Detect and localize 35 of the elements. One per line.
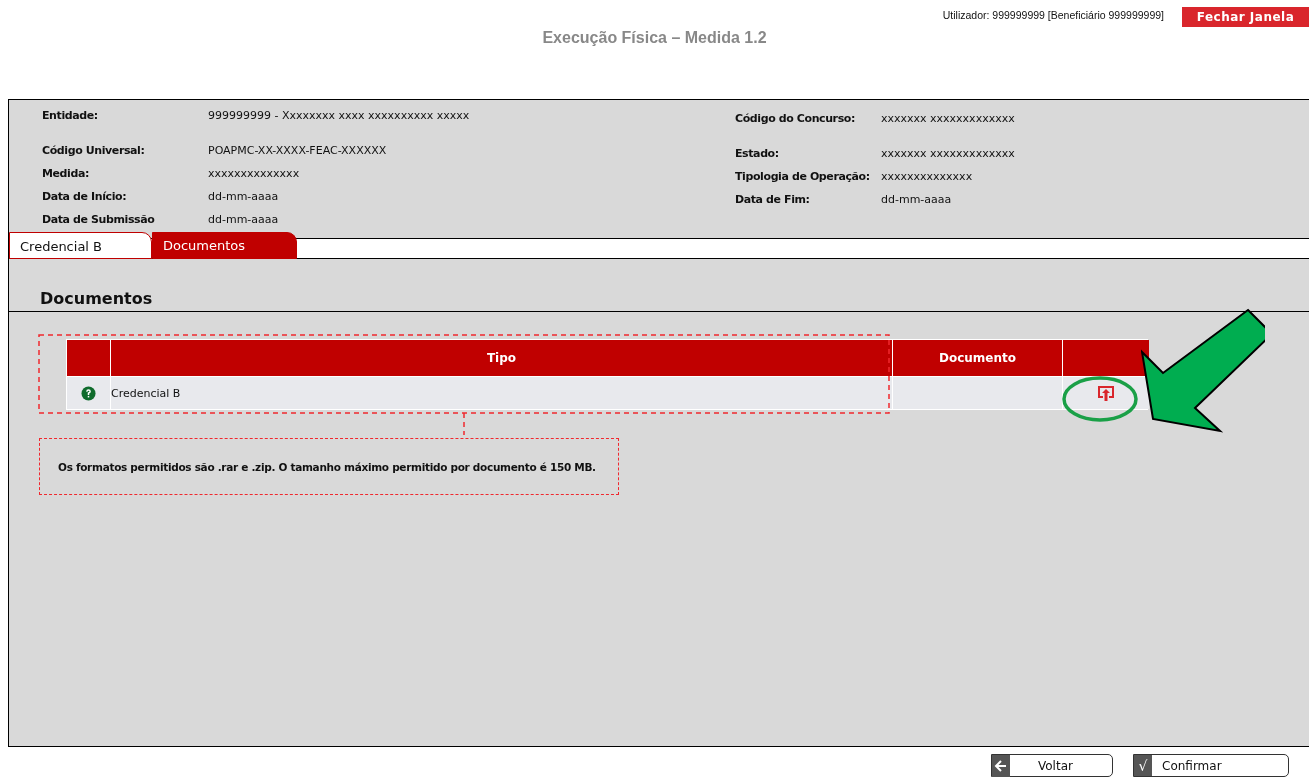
field-label: Código Universal: xyxy=(42,144,146,157)
table-cell: Credencial B xyxy=(111,377,892,409)
help-icon[interactable] xyxy=(81,385,96,401)
field-value: xxxxxxx xxxxxxxxxxxxx xyxy=(881,147,1015,160)
field-value: POAPMC-XX-XXXX-FEAC-XXXXXX xyxy=(208,144,387,157)
field-value: dd-mm-aaaa xyxy=(208,213,279,226)
table-header-cell xyxy=(67,340,110,376)
field-value: 999999999 - Xxxxxxxx xxxx xxxxxxxxxx xxxxx xyxy=(208,109,470,122)
field-value: xxxxxxxxxxxxxx xyxy=(208,167,300,180)
arrow-left-icon xyxy=(992,754,1010,777)
field-value: xxxxxxxxxxxxxx xyxy=(881,170,973,183)
dashed-connector xyxy=(463,413,465,435)
tab[interactable]: Documentos xyxy=(152,232,297,259)
field-label: Medida: xyxy=(42,167,90,180)
upload-icon[interactable] xyxy=(1098,385,1114,401)
field-value: dd-mm-aaaa xyxy=(881,193,952,206)
page-title: Execução Física – Medida 1.2 xyxy=(541,29,768,48)
field-label: Tipologia de Operação: xyxy=(735,170,871,183)
field-label: Entidade: xyxy=(42,109,99,122)
column-header: Tipo xyxy=(111,340,892,376)
tab[interactable]: Credencial B xyxy=(9,232,152,259)
field-label: Data de Fim: xyxy=(735,193,811,206)
field-label: Data de Submissão xyxy=(42,213,156,226)
field-label: Estado: xyxy=(735,147,780,160)
confirm-button[interactable]: √ Confirmar xyxy=(1133,754,1289,777)
field-label: Código do Concurso: xyxy=(735,112,856,125)
close-window-button[interactable]: Fechar Janela xyxy=(1182,7,1309,27)
user-label: Utilizador: 999999999 [Beneficiário 999999999] xyxy=(942,9,1164,21)
back-button[interactable]: Voltar xyxy=(991,754,1113,777)
field-value: xxxxxxx xxxxxxxxxxxxx xyxy=(881,112,1015,125)
field-label: Data de Início: xyxy=(42,190,128,203)
format-note: Os formatos permitidos são .rar e .zip. O tamanho máximo permitido por documento é 150 MB. xyxy=(39,438,619,495)
column-header: Documento xyxy=(893,340,1062,376)
section-title: Documentos xyxy=(9,259,1309,312)
field-value: dd-mm-aaaa xyxy=(208,190,279,203)
